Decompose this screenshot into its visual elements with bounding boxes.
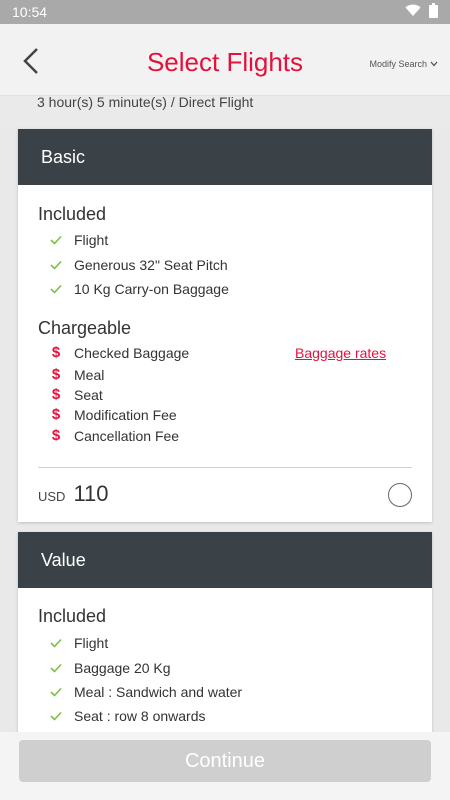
check-icon (38, 663, 74, 673)
included-item-label: Meal : Sandwich and water (74, 684, 243, 700)
chevron-down-icon (430, 61, 438, 67)
fare-price: USD 110 (38, 481, 109, 507)
list-item: $ Seat (38, 386, 103, 403)
battery-icon (429, 3, 438, 21)
check-icon (38, 638, 74, 648)
footer-bar: Continue (0, 732, 450, 800)
list-item: $ Checked Baggage (38, 344, 189, 361)
status-bar: 10:54 (0, 0, 450, 24)
chargeable-item-label: Cancellation Fee (74, 427, 180, 444)
list-item: Generous 32" Seat Pitch (38, 257, 228, 273)
fare-name: Value (41, 549, 86, 570)
list-item: $ Modification Fee (38, 406, 177, 423)
continue-button[interactable]: Continue (19, 740, 431, 782)
included-title: Included (38, 204, 107, 224)
dollar-icon: $ (51, 366, 61, 383)
price-value: 110 (73, 481, 109, 506)
included-item-label: 10 Kg Carry-on Baggage (74, 281, 229, 297)
duration-text: 3 hour(s) 5 minute(s) / Direct Flight (37, 94, 254, 110)
list-item: Meal : Sandwich and water (38, 684, 242, 700)
list-item: Flight (38, 232, 108, 248)
dollar-icon: $ (51, 344, 61, 361)
check-icon (38, 284, 74, 294)
fare-name: Basic (41, 146, 86, 167)
chargeable-item-label: Seat (74, 386, 103, 403)
currency-label: USD (38, 489, 66, 504)
chargeable-item-label: Meal (74, 366, 105, 383)
chargeable-item-label: Checked Baggage (74, 344, 190, 361)
wifi-icon (405, 4, 421, 20)
baggage-rates-link[interactable]: Baggage rates (295, 345, 386, 361)
dollar-icon: $ (51, 427, 61, 444)
app-header: Select Flights Modify Search (0, 24, 450, 96)
list-item: $ Meal (38, 366, 105, 383)
included-item-label: Flight (74, 232, 109, 248)
fare-card-basic[interactable]: Basic Included Flight Generous 32" Seat … (18, 129, 432, 522)
included-title: Included (38, 606, 107, 626)
list-item: $ Cancellation Fee (38, 427, 179, 444)
list-item: Seat : row 8 onwards (38, 708, 206, 724)
list-item: 10 Kg Carry-on Baggage (38, 281, 229, 297)
included-item-label: Generous 32" Seat Pitch (74, 257, 228, 273)
list-item: Baggage 20 Kg (38, 660, 171, 676)
check-icon (38, 687, 74, 697)
modify-search-label: Modify Search (369, 59, 427, 69)
status-time: 10:54 (12, 4, 48, 20)
chargeable-item-label: Modification Fee (74, 406, 177, 423)
check-icon (38, 235, 74, 245)
list-item: Flight (38, 635, 108, 651)
check-icon (38, 260, 74, 270)
fare-card-header: Basic (18, 129, 432, 185)
included-item-label: Flight (74, 635, 109, 651)
included-item-label: Seat : row 8 onwards (74, 708, 206, 724)
fare-card-value[interactable]: Value Included Flight Baggage 20 Kg Meal… (18, 532, 432, 742)
dollar-icon: $ (51, 406, 61, 423)
divider (38, 467, 412, 468)
flight-duration: 3 hour(s) 5 minute(s) / Direct Flight (0, 94, 450, 126)
dollar-icon: $ (51, 386, 61, 403)
fare-card-header: Value (18, 532, 432, 588)
fare-select-radio[interactable] (388, 483, 412, 507)
included-item-label: Baggage 20 Kg (74, 660, 171, 676)
chargeable-title: Chargeable (38, 318, 132, 338)
check-icon (38, 711, 74, 721)
modify-search-button[interactable]: Modify Search (369, 59, 438, 69)
